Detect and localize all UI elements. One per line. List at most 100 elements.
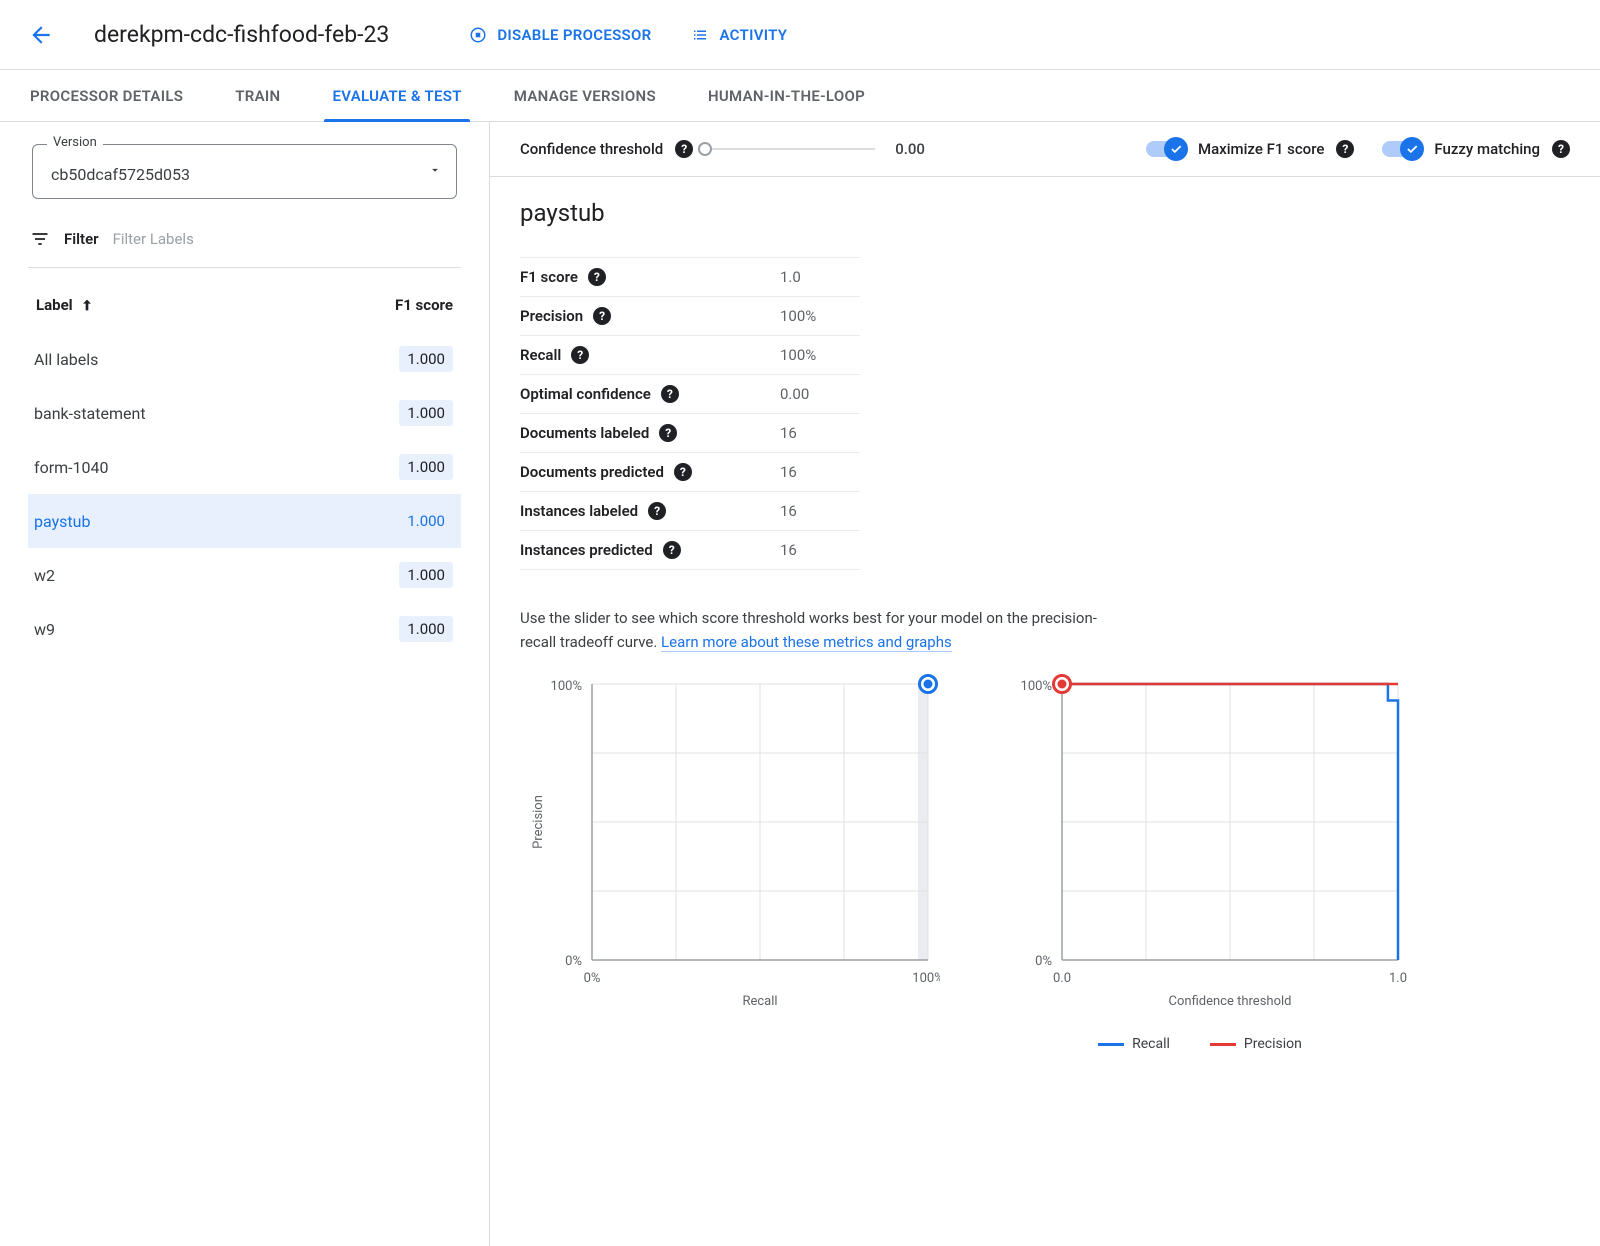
table-header: Label F1 score (28, 272, 461, 332)
version-label: Version (47, 135, 103, 150)
learn-more-link[interactable]: Learn more about these metrics and graph… (661, 633, 952, 652)
list-icon (691, 26, 709, 44)
metric-value: 100% (740, 346, 816, 364)
label-text: bank-statement (34, 404, 146, 423)
label-text: w2 (34, 566, 55, 585)
version-select[interactable]: Version cb50dcaf5725d053 (32, 144, 457, 199)
metric-row: Optimal confidence ?0.00 (520, 374, 860, 413)
metric-value: 16 (740, 541, 797, 559)
svg-text:100%: 100% (551, 679, 582, 694)
fuzzy-matching-group: Fuzzy matching ? (1382, 140, 1570, 158)
processor-title: derekpm-cdc-fishfood-feb-23 (94, 21, 389, 48)
chart-legend: Recall Precision (990, 1036, 1410, 1052)
controls-bar: Confidence threshold ? 0.00 Maximize F1 … (490, 122, 1600, 177)
tab-manage-versions[interactable]: MANAGE VERSIONS (514, 70, 656, 121)
metric-value: 16 (740, 424, 797, 442)
confidence-threshold-chart: 100%0%0.01.0Confidence threshold Recall … (990, 670, 1410, 1052)
filter-row[interactable]: Filter Filter Labels (28, 223, 461, 268)
confidence-threshold-slider[interactable] (705, 148, 875, 150)
filter-label: Filter (64, 230, 99, 248)
svg-text:1.0: 1.0 (1389, 971, 1407, 986)
tab-train[interactable]: TRAIN (235, 70, 280, 121)
tab-evaluate-test[interactable]: EVALUATE & TEST (332, 70, 461, 121)
back-arrow-icon[interactable] (28, 22, 54, 48)
metric-label: Instances predicted ? (520, 541, 740, 559)
metric-value: 16 (740, 502, 797, 520)
slider-thumb[interactable] (698, 142, 712, 156)
help-icon[interactable]: ? (661, 385, 679, 403)
tab-human-in-the-loop[interactable]: HUMAN-IN-THE-LOOP (708, 70, 865, 121)
check-icon (1169, 142, 1183, 156)
metric-row: Documents predicted ?16 (520, 452, 860, 491)
help-icon[interactable]: ? (1336, 140, 1354, 158)
svg-text:100%: 100% (912, 971, 940, 986)
svg-text:0.0: 0.0 (1053, 971, 1071, 986)
filter-placeholder: Filter Labels (113, 230, 194, 248)
f1-score-value: 1.000 (399, 400, 453, 426)
help-icon[interactable]: ? (648, 502, 666, 520)
help-icon[interactable]: ? (588, 268, 606, 286)
confidence-threshold-label: Confidence threshold (520, 140, 663, 158)
maximize-f1-toggle[interactable] (1146, 141, 1186, 157)
stop-icon (469, 26, 487, 44)
description: Use the slider to see which score thresh… (520, 606, 1100, 654)
label-row-w2[interactable]: w2 1.000 (28, 548, 461, 602)
label-row-bank-statement[interactable]: bank-statement 1.000 (28, 386, 461, 440)
f1-score-value: 1.000 (399, 562, 453, 588)
confidence-threshold-control: Confidence threshold ? 0.00 (520, 140, 925, 158)
label-text: form-1040 (34, 458, 109, 477)
detail-panel: paystub F1 score ?1.0Precision ?100%Reca… (490, 177, 1600, 1074)
detail-title: paystub (520, 199, 1570, 227)
confidence-threshold-value: 0.00 (895, 140, 925, 158)
maximize-f1-label: Maximize F1 score (1198, 140, 1324, 158)
activity-button[interactable]: ACTIVITY (691, 26, 787, 44)
svg-text:0%: 0% (1035, 954, 1052, 969)
help-icon[interactable]: ? (675, 140, 693, 158)
metric-label: Documents labeled ? (520, 424, 740, 442)
svg-text:Recall: Recall (742, 994, 777, 1009)
metric-label: Precision ? (520, 307, 740, 325)
disable-processor-button[interactable]: DISABLE PROCESSOR (469, 26, 651, 44)
metric-value: 100% (740, 307, 816, 325)
metric-value: 1.0 (740, 268, 801, 286)
maximize-f1-group: Maximize F1 score ? (1146, 140, 1354, 158)
f1-score-value: 1.000 (399, 346, 453, 372)
tabs: PROCESSOR DETAILS TRAIN EVALUATE & TEST … (0, 70, 1600, 122)
fuzzy-matching-toggle[interactable] (1382, 141, 1422, 157)
metric-label: F1 score ? (520, 268, 740, 286)
check-icon (1405, 142, 1419, 156)
metric-value: 0.00 (740, 385, 809, 403)
help-icon[interactable]: ? (674, 463, 692, 481)
tab-processor-details[interactable]: PROCESSOR DETAILS (30, 70, 183, 121)
help-icon[interactable]: ? (663, 541, 681, 559)
label-row-paystub[interactable]: paystub1.000 (28, 494, 461, 548)
f1-score-value: 1.000 (399, 454, 453, 480)
metric-row: Instances labeled ?16 (520, 491, 860, 530)
metric-row: F1 score ?1.0 (520, 257, 860, 296)
metric-label: Instances labeled ? (520, 502, 740, 520)
svg-text:0%: 0% (565, 954, 582, 969)
version-value: cb50dcaf5725d053 (51, 165, 190, 184)
help-icon[interactable]: ? (571, 346, 589, 364)
precision-recall-chart: 100% 0%0% 100% Recall Precision (520, 670, 940, 1052)
metric-label: Documents predicted ? (520, 463, 740, 481)
help-icon[interactable]: ? (1552, 140, 1570, 158)
metric-value: 16 (740, 463, 797, 481)
label-row-w9[interactable]: w9 1.000 (28, 602, 461, 656)
help-icon[interactable]: ? (659, 424, 677, 442)
svg-text:Precision: Precision (531, 795, 546, 849)
svg-text:100%: 100% (1021, 679, 1052, 694)
f1-score-value: 1.000 (399, 508, 453, 534)
metric-row: Precision ?100% (520, 296, 860, 335)
metric-label: Optimal confidence ? (520, 385, 740, 403)
col-label[interactable]: Label (36, 296, 95, 314)
f1-score-value: 1.000 (399, 616, 453, 642)
svg-text:0%: 0% (584, 971, 601, 986)
label-text: w9 (34, 620, 55, 639)
col-f1[interactable]: F1 score (395, 296, 453, 314)
label-row-form-1040[interactable]: form-1040 1.000 (28, 440, 461, 494)
metric-row: Instances predicted ?16 (520, 530, 860, 570)
label-row-All-labels[interactable]: All labels1.000 (28, 332, 461, 386)
sort-up-icon (79, 297, 95, 313)
help-icon[interactable]: ? (593, 307, 611, 325)
